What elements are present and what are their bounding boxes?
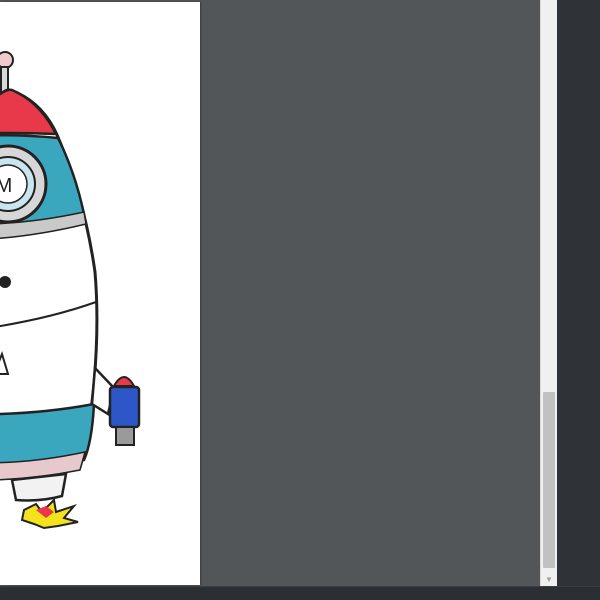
rocket-illustration: M <box>0 51 141 530</box>
porthole-letter: M <box>0 175 12 197</box>
chevron-down-icon[interactable]: ▼ <box>541 572 557 586</box>
document-viewer: M ▼ <box>0 0 600 600</box>
vertical-scrollbar[interactable]: ▼ <box>540 0 557 586</box>
rocket-nose-cone <box>0 88 59 136</box>
document-page: M <box>0 2 200 585</box>
side-panel <box>557 0 600 586</box>
rocket-booster <box>108 385 141 429</box>
document-workspace[interactable]: M <box>0 0 540 586</box>
scrollbar-thumb[interactable] <box>543 392 555 568</box>
antenna-ball-icon <box>0 51 14 69</box>
rocket-nozzle <box>10 472 68 502</box>
status-bar <box>0 586 600 600</box>
